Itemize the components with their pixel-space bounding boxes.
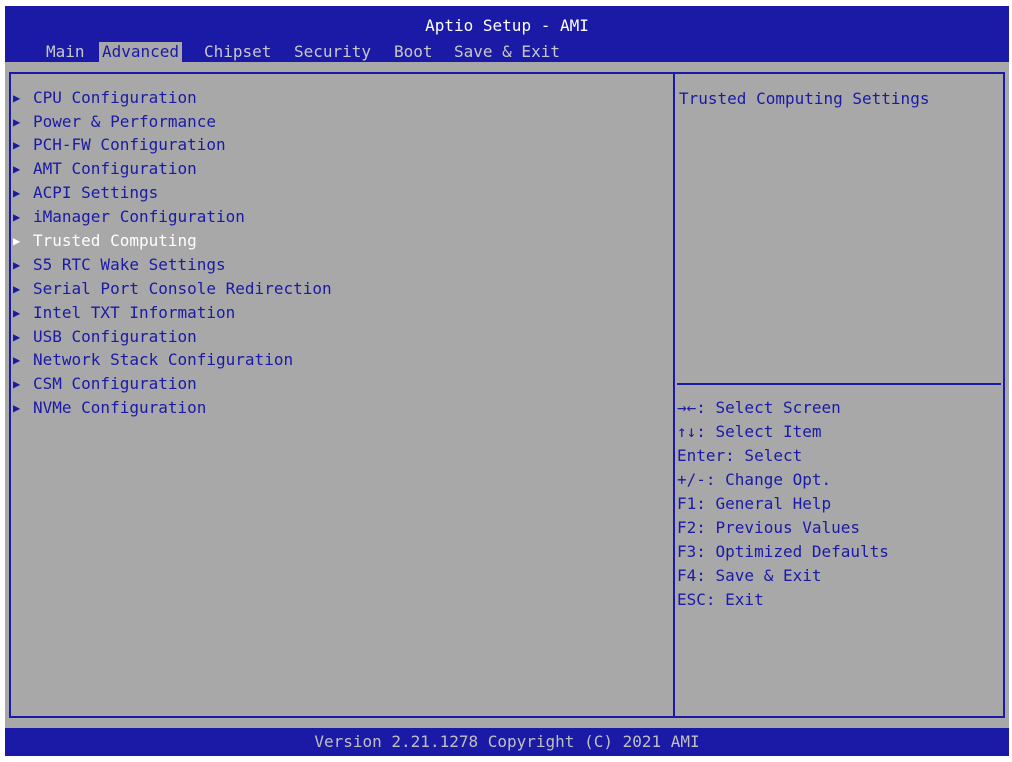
menu-item-label: S5 RTC Wake Settings (33, 255, 226, 274)
submenu-arrow-icon: ▶ (13, 186, 21, 200)
help-description: Trusted Computing Settings (679, 89, 930, 108)
submenu-arrow-icon: ▶ (13, 377, 21, 391)
menu-item-acpi-settings[interactable]: ▶ ACPI Settings (13, 182, 158, 204)
header-bar: Aptio Setup - AMI Main Advanced Chipset … (5, 6, 1009, 62)
key-help-enter: Enter: Select (677, 446, 803, 465)
version-footer: Version 2.21.1278 Copyright (C) 2021 AMI (5, 728, 1009, 756)
submenu-arrow-icon: ▶ (13, 210, 21, 224)
tab-boot[interactable]: Boot (391, 42, 436, 62)
menu-item-label: NVMe Configuration (33, 398, 207, 417)
menu-item-label: CPU Configuration (33, 88, 197, 107)
key-help-change-opt: +/-: Change Opt. (677, 470, 832, 489)
menu-item-csm-configuration[interactable]: ▶ CSM Configuration (13, 373, 197, 395)
key-help-select-screen: →←: Select Screen (677, 398, 841, 417)
help-panel (673, 72, 1005, 718)
menu-item-s5-rtc-wake-settings[interactable]: ▶ S5 RTC Wake Settings (13, 254, 226, 276)
help-divider (677, 383, 1001, 385)
menu-item-serial-port-console-redirection[interactable]: ▶ Serial Port Console Redirection (13, 278, 332, 300)
submenu-arrow-icon: ▶ (13, 306, 21, 320)
tab-save-exit[interactable]: Save & Exit (451, 42, 563, 62)
menu-item-label: Power & Performance (33, 112, 217, 131)
menu-item-power-performance[interactable]: ▶ Power & Performance (13, 111, 216, 133)
menu-item-label: ACPI Settings (33, 183, 159, 202)
menu-item-imanager-configuration[interactable]: ▶ iManager Configuration (13, 206, 245, 228)
tab-security[interactable]: Security (291, 42, 374, 62)
key-help-select-item: ↑↓: Select Item (677, 422, 822, 441)
key-help-general-help: F1: General Help (677, 494, 832, 513)
menu-item-label: USB Configuration (33, 327, 197, 346)
submenu-arrow-icon: ▶ (13, 282, 21, 296)
tab-main[interactable]: Main (43, 42, 88, 62)
tab-chipset[interactable]: Chipset (201, 42, 274, 62)
submenu-arrow-icon: ▶ (13, 91, 21, 105)
menu-item-label: CSM Configuration (33, 374, 197, 393)
menu-item-label: PCH-FW Configuration (33, 135, 226, 154)
menu-item-label: Trusted Computing (33, 231, 197, 250)
tab-advanced[interactable]: Advanced (99, 42, 183, 62)
menu-item-trusted-computing[interactable]: ▶ Trusted Computing (13, 230, 197, 252)
menu-item-label: AMT Configuration (33, 159, 197, 178)
menu-item-label: Network Stack Configuration (33, 350, 294, 369)
key-help-save-exit: F4: Save & Exit (677, 566, 822, 585)
submenu-arrow-icon: ▶ (13, 353, 21, 367)
submenu-arrow-icon: ▶ (13, 162, 21, 176)
menu-item-network-stack-configuration[interactable]: ▶ Network Stack Configuration (13, 349, 293, 371)
menu-item-pch-fw-configuration[interactable]: ▶ PCH-FW Configuration (13, 134, 226, 156)
app-title: Aptio Setup - AMI (425, 16, 589, 35)
submenu-arrow-icon: ▶ (13, 138, 21, 152)
menu-item-amt-configuration[interactable]: ▶ AMT Configuration (13, 158, 197, 180)
submenu-arrow-icon: ▶ (13, 115, 21, 129)
key-help-optimized-defaults: F3: Optimized Defaults (677, 542, 889, 561)
menu-item-label: Intel TXT Information (33, 303, 236, 322)
menu-item-intel-txt-information[interactable]: ▶ Intel TXT Information (13, 302, 235, 324)
menu-item-nvme-configuration[interactable]: ▶ NVMe Configuration (13, 397, 206, 419)
menu-item-usb-configuration[interactable]: ▶ USB Configuration (13, 326, 197, 348)
submenu-arrow-icon: ▶ (13, 330, 21, 344)
submenu-arrow-icon: ▶ (13, 258, 21, 272)
key-help-previous-values: F2: Previous Values (677, 518, 861, 537)
menu-item-label: iManager Configuration (33, 207, 245, 226)
bios-screen: Aptio Setup - AMI Main Advanced Chipset … (5, 6, 1009, 756)
menu-item-cpu-configuration[interactable]: ▶ CPU Configuration (13, 87, 197, 109)
submenu-arrow-icon: ▶ (13, 234, 21, 248)
menu-item-label: Serial Port Console Redirection (33, 279, 332, 298)
submenu-arrow-icon: ▶ (13, 401, 21, 415)
key-help-esc-exit: ESC: Exit (677, 590, 764, 609)
